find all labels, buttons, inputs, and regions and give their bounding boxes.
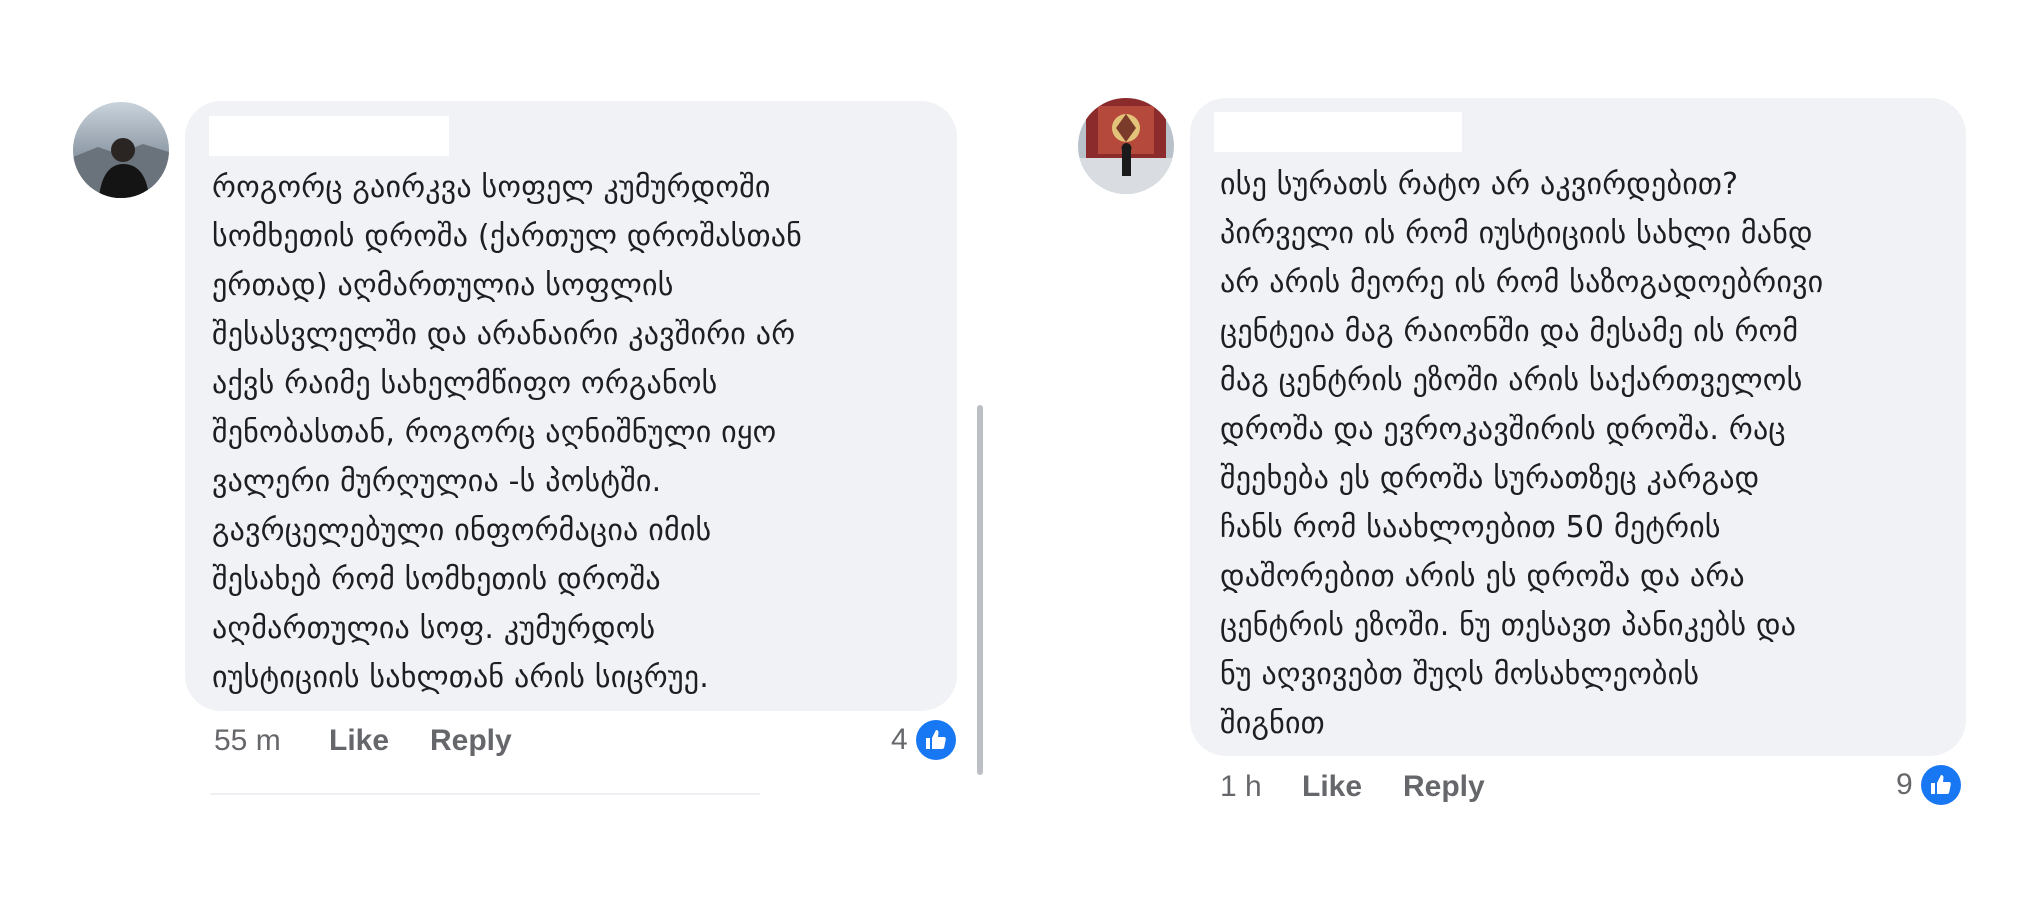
comment-line: ცენტეია მაგ რაიონში და მესამე ის რომ xyxy=(1220,314,1799,349)
reaction-summary[interactable]: 4 xyxy=(891,720,956,760)
comment-line: ნუ აღვივებთ შუღს მოსახლეობის xyxy=(1220,657,1700,692)
comment-line: აქვს რაიმე სახელმწიფო ორგანოს xyxy=(212,366,718,401)
comment-line: დაშორებით არის ეს დროშა და არა xyxy=(1220,559,1745,594)
reaction-count: 4 xyxy=(891,723,908,756)
like-button[interactable]: Like xyxy=(329,724,389,758)
divider xyxy=(210,793,760,795)
comment-line: ჩანს რომ საახლოებით 50 მეტრის xyxy=(1220,510,1721,545)
comment-line: ვალერი მურღულია -ს პოსტში. xyxy=(212,464,662,499)
reaction-count: 9 xyxy=(1896,768,1913,801)
reply-button[interactable]: Reply xyxy=(1403,770,1485,804)
comment-line: აღმართულია სოფ. კუმურდოს xyxy=(212,611,656,646)
reaction-summary[interactable]: 9 xyxy=(1896,765,1961,805)
author-name[interactable] xyxy=(1214,112,1462,152)
avatar[interactable] xyxy=(73,102,169,198)
comment-text: ისე სურათს რატო არ აკვირდებით? პირველი ი… xyxy=(1220,160,1823,748)
comment-line: გავრცელებული ინფორმაცია იმის xyxy=(212,513,712,548)
comment-text: როგორც გაირკვა სოფელ კუმურდოში სომხეთის … xyxy=(212,163,802,702)
comment-line: არ არის მეორე ის რომ საზოგადოებრივი xyxy=(1220,265,1824,300)
avatar-photo xyxy=(73,102,169,198)
comment-line: პირველი ის რომ იუსტიციის სახლი მანდ xyxy=(1220,216,1813,251)
like-button[interactable]: Like xyxy=(1302,770,1362,804)
avatar[interactable] xyxy=(1078,98,1174,194)
reply-button[interactable]: Reply xyxy=(430,724,512,758)
comment-line: ისე სურათს რატო არ აკვირდებით? xyxy=(1220,167,1739,202)
comment-line: მაგ ცენტრის ეზოში არის საქართველოს xyxy=(1220,363,1803,398)
comment-timestamp[interactable]: 1 h xyxy=(1220,770,1262,804)
comment-line: როგორც გაირკვა სოფელ კუმურდოში xyxy=(212,170,771,205)
comment-line: შიგნით xyxy=(1220,706,1325,741)
comment-line: დროშა და ევროკავშირის დროშა. რაც xyxy=(1220,412,1786,447)
scrollbar[interactable] xyxy=(977,405,983,775)
thumbs-up-icon xyxy=(915,720,956,760)
comment-line: შეეხება ეს დროშა სურათზეც კარგად xyxy=(1220,461,1760,496)
avatar-photo xyxy=(1078,98,1174,194)
comment-line: სომხეთის დროშა (ქართულ დროშასთან xyxy=(212,219,803,254)
comment-line: იუსტიციის სახლთან არის სიცრუე. xyxy=(212,660,709,695)
comment-line: ცენტრის ეზოში. ნუ თესავთ პანიკებს და xyxy=(1220,608,1797,643)
author-name[interactable] xyxy=(209,116,449,156)
comment-line: შენობასთან, როგორც აღნიშნული იყო xyxy=(212,415,777,450)
comment-timestamp[interactable]: 55 m xyxy=(214,724,281,758)
comment-line: შესასვლელში და არანაირი კავშირი არ xyxy=(212,317,796,352)
comment-line: ერთად) აღმართულია სოფლის xyxy=(212,268,674,303)
comment-line: შესახებ რომ სომხეთის დროშა xyxy=(212,562,661,597)
thumbs-up-icon xyxy=(1920,765,1961,805)
